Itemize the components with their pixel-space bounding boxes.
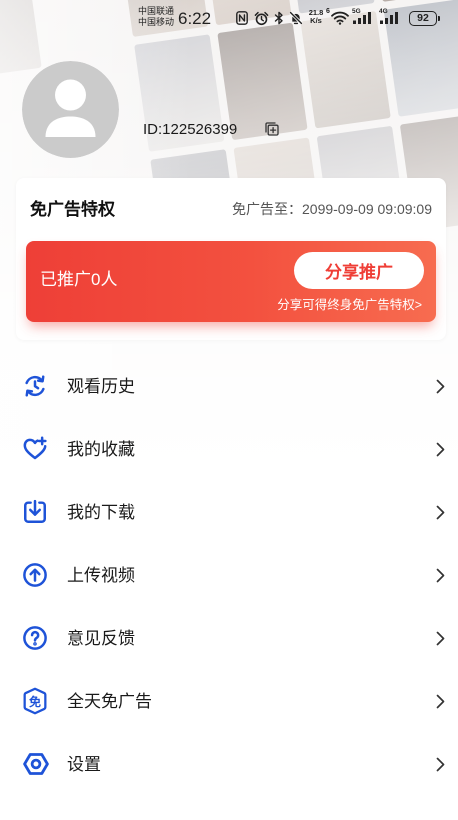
ad-free-badge-glyph: 免 — [28, 694, 41, 709]
chevron-right-icon — [436, 694, 445, 709]
menu-item-label: 观看历史 — [67, 377, 135, 396]
menu-item-settings[interactable]: 设置 — [0, 733, 458, 796]
menu-list: 观看历史 我的收藏 我的下载 上传视频 意见反馈 免 全天免广告 设置 — [0, 355, 458, 796]
download-icon — [24, 499, 46, 523]
menu-item-label: 我的下载 — [67, 503, 135, 522]
clock-time: 6:22 — [178, 9, 212, 28]
wifi-icon — [331, 11, 349, 25]
menu-item-label: 上传视频 — [67, 566, 135, 585]
nfc-icon — [236, 11, 248, 25]
question-feedback-icon — [23, 626, 47, 650]
copy-icon[interactable] — [265, 122, 279, 136]
wifi-standard-badge: 6 — [326, 8, 330, 15]
net-speed-unit: K/s — [310, 16, 322, 25]
carrier-1: 中国联通 — [138, 6, 175, 16]
menu-item-downloads[interactable]: 我的下载 — [0, 481, 458, 544]
net-speed: 21.8 K/s — [306, 9, 326, 25]
menu-item-upload-video[interactable]: 上传视频 — [0, 544, 458, 607]
signal-4g-icon — [380, 12, 398, 24]
history-icon — [25, 375, 45, 397]
share-hint-link[interactable]: 分享可得终身免广告特权> — [277, 297, 422, 313]
menu-item-feedback[interactable]: 意见反馈 — [0, 607, 458, 670]
menu-item-label: 我的收藏 — [67, 440, 135, 459]
ad-free-badge-icon: 免 — [22, 687, 48, 715]
chevron-right-icon — [436, 505, 445, 520]
ad-free-title: 免广告特权 — [30, 200, 115, 219]
menu-item-label: 设置 — [67, 755, 101, 774]
bell-mute-icon — [289, 11, 303, 25]
chevron-right-icon — [436, 568, 445, 583]
promo-banner: 已推广0人 分享推广 分享可得终身免广告特权> — [26, 241, 436, 322]
chevron-right-icon — [436, 631, 445, 646]
carrier-names: 中国联通 中国移动 — [138, 6, 174, 28]
avatar[interactable] — [22, 61, 119, 158]
menu-item-ad-free-all-day[interactable]: 免 全天免广告 — [0, 670, 458, 733]
alarm-icon — [254, 11, 269, 26]
battery-icon: 92 — [409, 11, 437, 26]
menu-item-label: 全天免广告 — [67, 692, 152, 711]
upload-icon — [23, 563, 47, 587]
signal-5g-icon — [353, 12, 371, 24]
ad-free-card: 免广告特权 免广告至：2099-09-09 09:09:09 已推广0人 分享推… — [16, 178, 446, 340]
menu-item-watch-history[interactable]: 观看历史 — [0, 355, 458, 418]
battery-tip — [438, 16, 440, 21]
chevron-right-icon — [436, 379, 445, 394]
menu-item-label: 意见反馈 — [67, 629, 135, 648]
settings-icon — [23, 753, 49, 775]
user-id: ID:122526399 — [143, 121, 238, 138]
chevron-right-icon — [436, 757, 445, 772]
ad-free-expiry: 免广告至：2099-09-09 09:09:09 — [232, 201, 432, 217]
promoted-count: 已推广0人 — [40, 270, 118, 289]
chevron-right-icon — [436, 442, 445, 457]
heart-plus-icon — [23, 436, 47, 460]
share-promote-button[interactable]: 分享推广 — [294, 252, 424, 289]
bluetooth-icon — [274, 11, 283, 25]
menu-item-favorites[interactable]: 我的收藏 — [0, 418, 458, 481]
carrier-2: 中国移动 — [138, 17, 175, 27]
